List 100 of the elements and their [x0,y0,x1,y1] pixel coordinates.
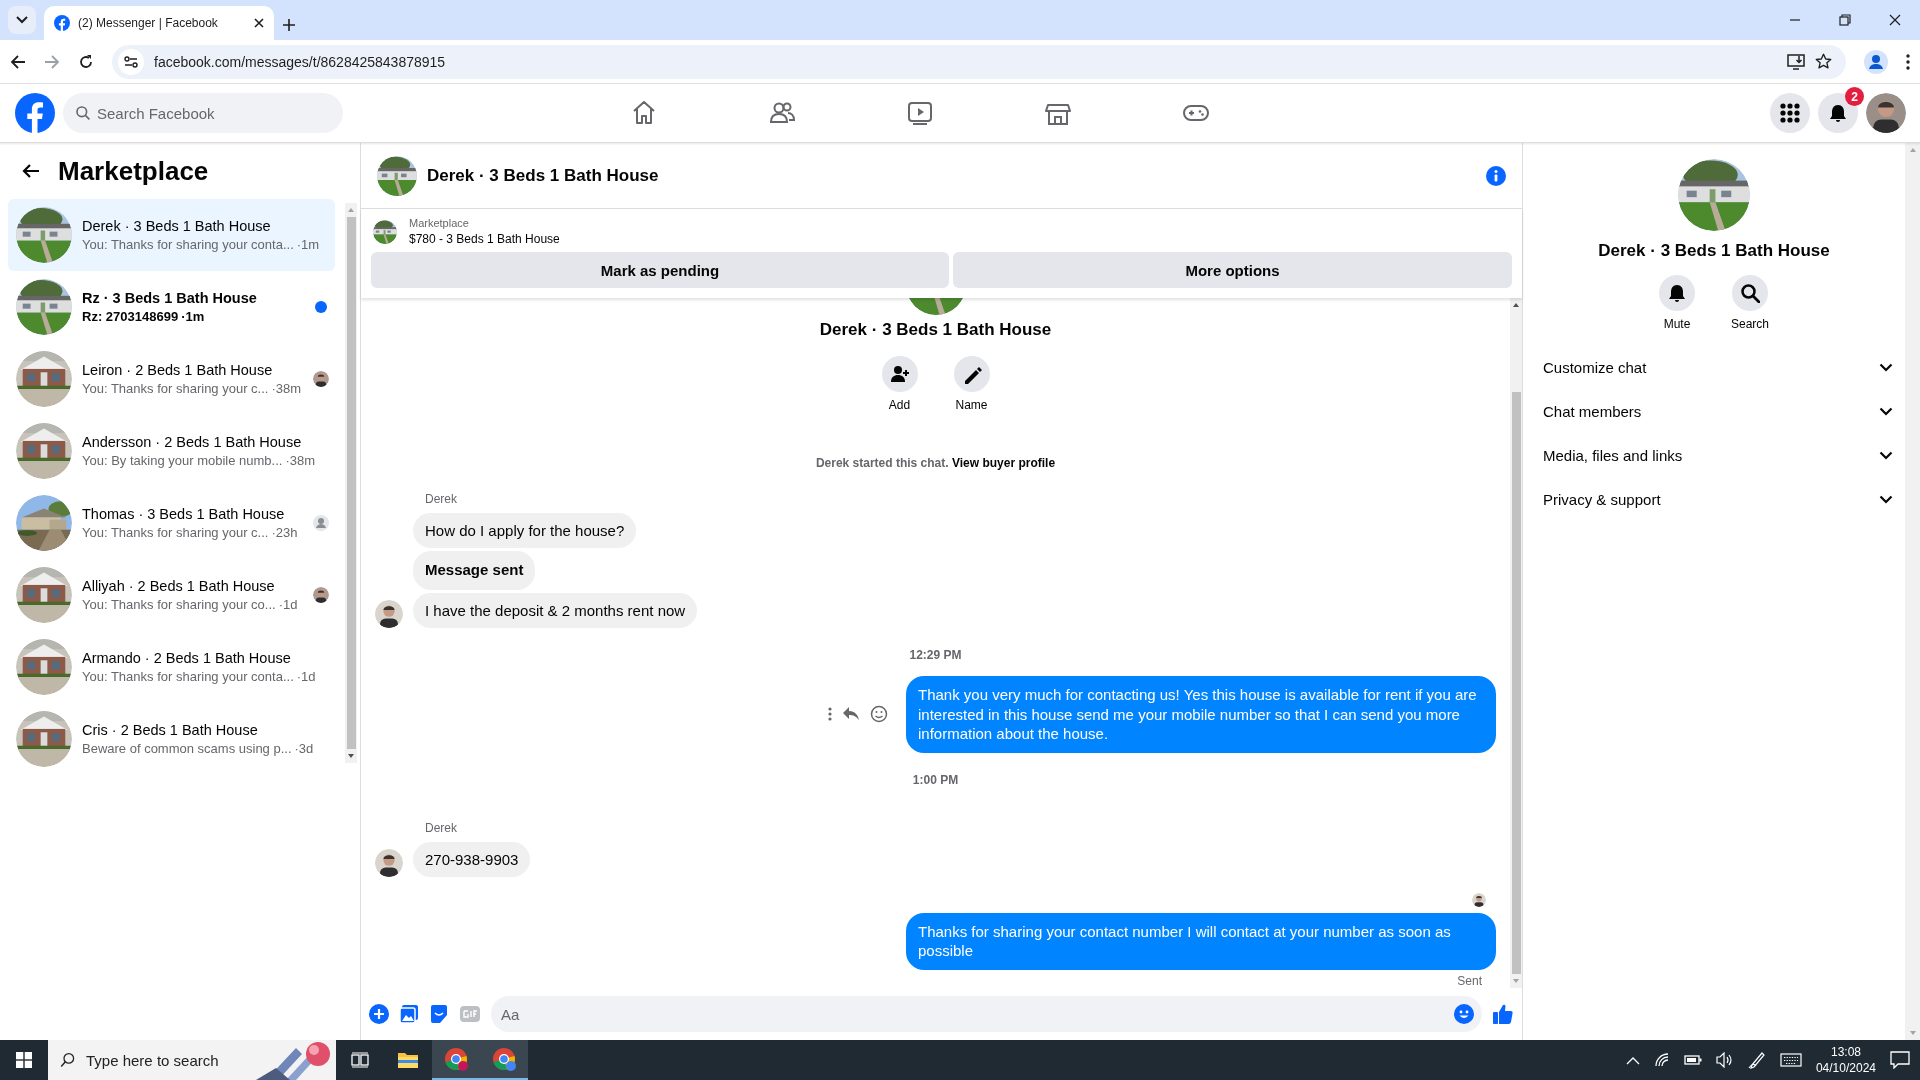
browser-icon[interactable] [492,1047,516,1071]
search-icon [60,1052,76,1068]
chat-list-item[interactable]: Cris · 2 Beds 1 Bath House Beware of common scams using p... ·3d [8,703,335,775]
message-bubble: Thank you very much for contacting us! Yes this house is available for rent if you are interested in this house send me your mobile number so that I can send you more information about the house. [906,676,1496,753]
plus-icon[interactable] [282,18,296,32]
action-button[interactable]: Mark as pending [371,252,949,288]
close-icon[interactable] [1889,14,1901,26]
chat-list-item[interactable]: Thomas · 3 Beds 1 Bath House You: Thanks for sharing your c... ·23h [8,487,335,559]
play-icon[interactable] [906,99,934,127]
folder-icon[interactable] [397,1051,419,1069]
section-header[interactable]: Privacy & support [1539,477,1893,521]
restore-icon[interactable] [1839,14,1851,26]
reload-icon[interactable] [78,53,94,70]
keyboard-icon[interactable] [1779,1053,1802,1067]
smiley-icon[interactable] [870,705,888,724]
image-icon[interactable] [399,1004,419,1024]
close-icon[interactable] [254,18,264,28]
message-preview: You: By taking your mobile numb... [82,453,283,468]
thumbs-up-icon[interactable] [1492,1003,1514,1025]
speaker-icon[interactable] [1715,1052,1734,1068]
message-status: Sent [1457,973,1482,988]
windows-logo-icon[interactable] [16,1052,32,1068]
back-arrow-icon[interactable] [10,53,26,70]
more-vertical-icon[interactable] [1906,53,1910,70]
unread-dot [315,301,327,313]
timestamp: ·3d [294,741,314,756]
chevron-down-icon [1879,362,1893,372]
listing-label: Marketplace [409,217,470,229]
message-preview: Beware of common scams using p... [82,741,292,756]
scrollbar[interactable] [1510,298,1522,988]
wifi-icon[interactable] [1653,1052,1670,1068]
chat-name: Cris · 2 Beds 1 Bath House [82,722,259,738]
star-icon[interactable] [1815,53,1832,70]
chat-name: Thomas · 3 Beds 1 Bath House [82,506,286,522]
conversation-name: Derek · 3 Beds 1 Bath House [1598,241,1830,261]
notification-icon[interactable] [1890,1051,1910,1069]
section-header[interactable]: Customize chat [1539,345,1893,389]
back-arrow-icon[interactable] [22,163,40,179]
battery-icon[interactable] [1683,1054,1702,1066]
chat-list-item[interactable]: Armando · 2 Beds 1 Bath House You: Thanks for sharing your conta... ·1d [8,631,335,703]
timestamp: ·23h [271,525,298,540]
add-person-icon [889,364,910,384]
profile-icon[interactable] [1864,49,1888,74]
message-bubble: Thanks for sharing your contact number I will contact at your number as soon as possible [906,912,1496,970]
browser-icon[interactable] [444,1047,468,1071]
facebook-logo-icon [54,15,70,31]
taskbar-search-field[interactable]: Type here to search [48,1040,256,1080]
task-view-icon[interactable] [351,1052,369,1068]
timestamp: 12:29 PM [909,648,962,662]
chat-list-item[interactable]: Andersson · 2 Beds 1 Bath House You: By taking your mobile numb... ·38m [8,415,335,487]
system-message: Derek started this chat. View buyer profile [815,456,1056,470]
message-preview: You: Thanks for sharing your c... [82,525,269,540]
emoji-icon[interactable] [1454,1004,1474,1024]
chat-name: Leiron · 2 Beds 1 Bath House [82,362,274,378]
chat-list-item[interactable]: Rz · 3 Beds 1 Bath House Rz: 2703148699 ·1m [8,271,335,343]
timestamp: 1:00 PM [912,772,959,787]
chat-name: Derek · 3 Beds 1 Bath House [82,218,272,234]
grid-menu-icon [1780,103,1800,123]
profile-link[interactable]: View buyer profile [951,456,1056,470]
message-bubble: 270-938-9903 [413,841,531,877]
chat-list-item[interactable]: Leiron · 2 Beds 1 Bath House You: Thanks for sharing your c... ·38m [8,343,335,415]
chevron-down-icon [1879,450,1893,460]
pen-icon[interactable] [1747,1051,1766,1069]
address-bar[interactable]: facebook.com/messages/t/8628425843878915 [112,44,1846,79]
facebook-logo-icon[interactable] [15,93,55,133]
clock-date: 04/10/2024 [1815,1060,1876,1077]
chat-title: Derek · 3 Beds 1 Bath House [427,165,660,186]
message-preview: You: Thanks for sharing your conta... [82,669,294,684]
chevron-down-icon [1879,406,1893,416]
chat-name: Armando · 2 Beds 1 Bath House [82,650,292,666]
tab-menu-button[interactable] [8,6,36,34]
message-preview: You: Thanks for sharing your conta... [82,237,294,252]
listing-title: $780 - 3 Beds 1 Bath House [409,232,560,246]
sticker-icon[interactable] [429,1004,449,1024]
url-text: facebook.com/messages/t/8628425843878915 [154,53,447,70]
sender-name: Derek [425,820,458,835]
section-header[interactable]: Media, files and links [1539,433,1893,477]
scrollbar[interactable] [345,203,357,763]
notification-badge: 2 [1845,87,1864,106]
info-icon[interactable] [1486,165,1506,186]
action-button[interactable]: More options [953,252,1512,288]
chat-name: Alliyah · 2 Beds 1 Bath House [82,578,276,594]
chevron-down-icon [16,16,28,24]
forward-arrow-icon[interactable] [44,53,60,70]
message-preview: Rz: 2703148699 [82,309,179,324]
install-app-icon[interactable] [1787,53,1805,70]
browser-tab[interactable]: (2) Messenger | Facebook [44,6,274,40]
chevron-up-icon[interactable] [1625,1055,1640,1065]
chat-name: Rz · 3 Beds 1 Bath House [82,290,258,306]
section-header[interactable]: Chat members [1539,389,1893,433]
message-field[interactable]: Aa [491,996,1482,1032]
site-settings-icon[interactable] [124,54,138,69]
clock-time: 13:08 [1830,1043,1861,1060]
notifications-button[interactable] [1818,93,1858,133]
chat-list-item[interactable]: Derek · 3 Beds 1 Bath House You: Thanks for sharing your conta... ·1m [8,199,335,271]
menu-button[interactable] [1770,93,1810,133]
plus-icon[interactable] [369,1004,389,1024]
message-bubble: Message sent [413,551,536,590]
search-field[interactable]: Search Facebook [63,93,343,133]
chat-list-item[interactable]: Alliyah · 2 Beds 1 Bath House You: Thanks for sharing your co... ·1d [8,559,335,631]
